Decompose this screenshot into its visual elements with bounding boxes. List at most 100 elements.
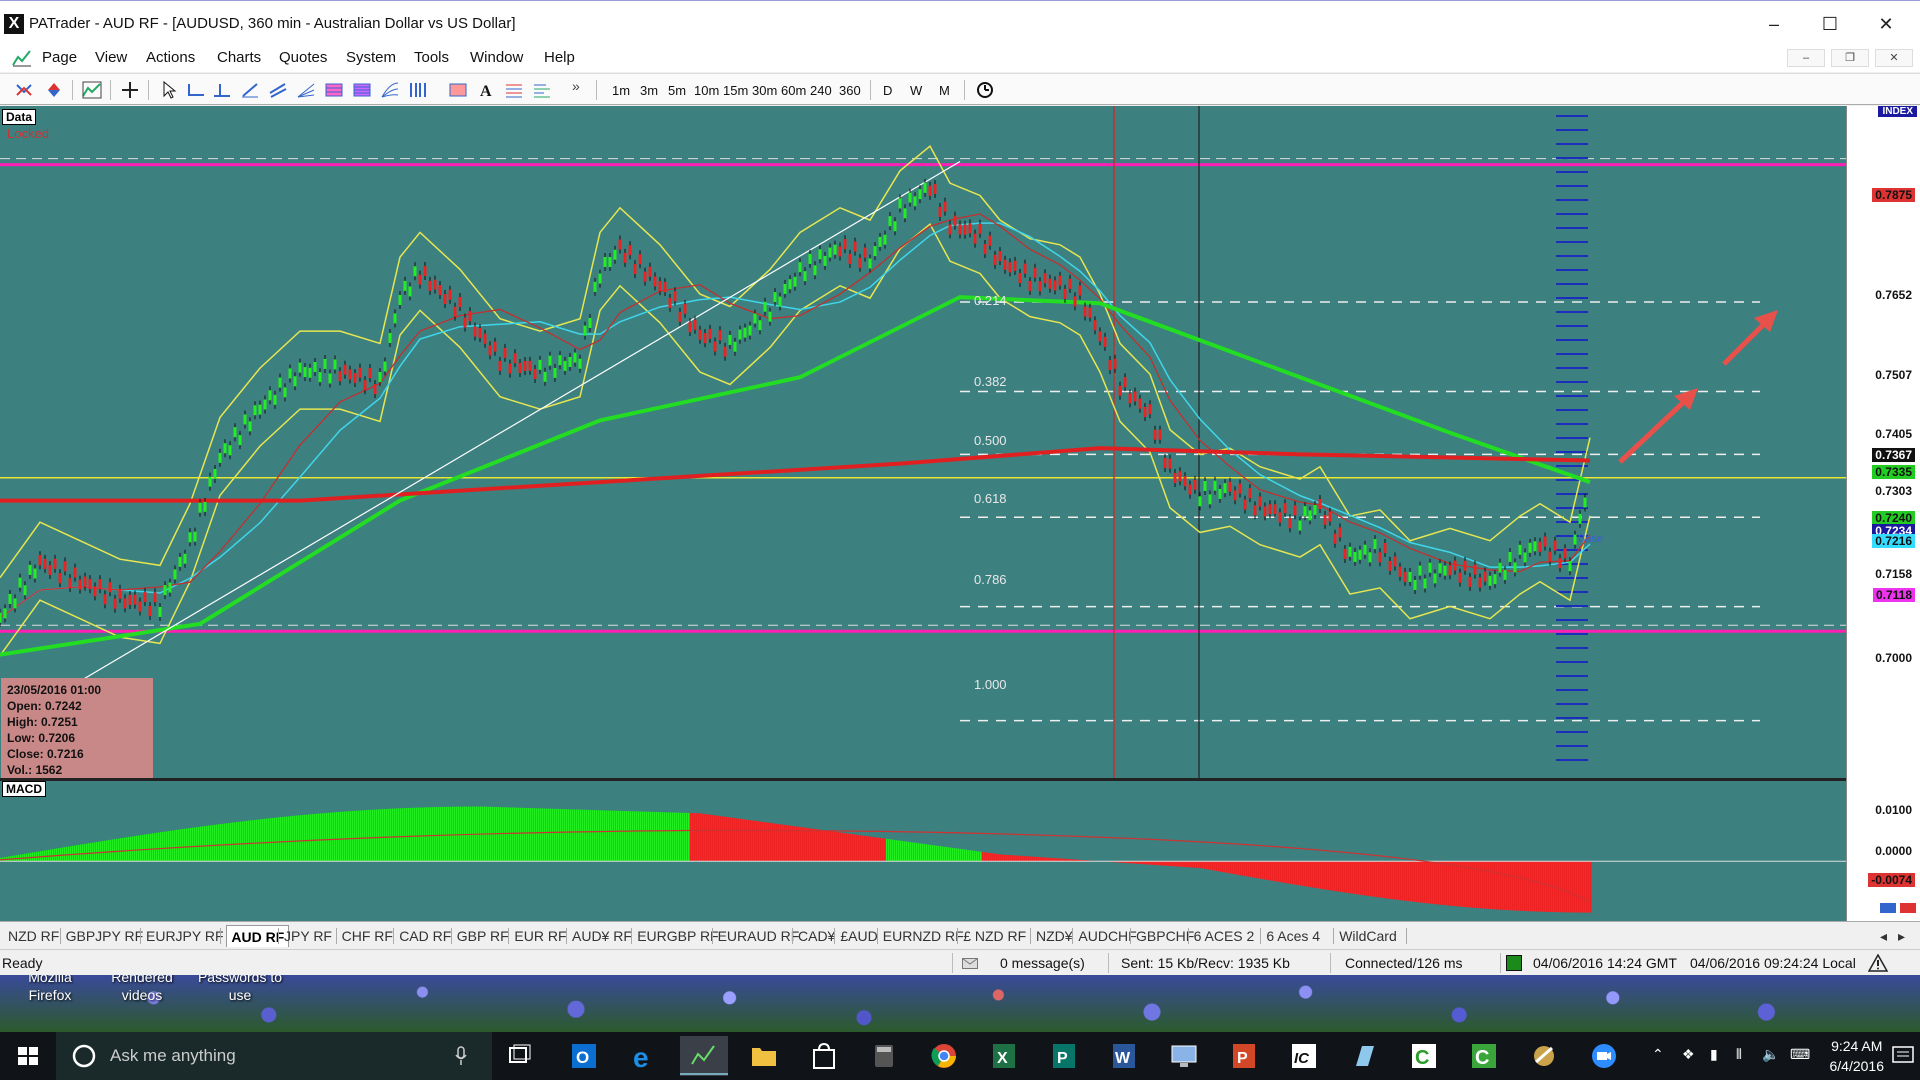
- store-icon[interactable]: [800, 1036, 848, 1076]
- symbol-tab[interactable]: 6 ACES 2: [1194, 928, 1255, 944]
- warning-icon[interactable]: [1868, 954, 1888, 972]
- tf-monthly[interactable]: M: [939, 83, 950, 98]
- fib-fan-icon[interactable]: [380, 81, 400, 99]
- text-tool-icon[interactable]: A: [476, 81, 496, 99]
- fib-extension-icon[interactable]: [352, 81, 372, 99]
- menu-page[interactable]: Page: [42, 49, 77, 66]
- macd-close-icon[interactable]: [1899, 902, 1917, 914]
- tf-5m[interactable]: 5m: [668, 83, 686, 98]
- rectangle-tool-icon[interactable]: [448, 81, 468, 99]
- symbol-tab[interactable]: £AUD: [840, 928, 877, 944]
- macd-settings-icon[interactable]: [1879, 902, 1897, 914]
- symbol-tab[interactable]: GBPCHF: [1136, 928, 1194, 944]
- camtasia-recorder-icon[interactable]: C: [1460, 1036, 1508, 1076]
- tf-360[interactable]: 360: [839, 83, 861, 98]
- keyboard-icon[interactable]: ⌨: [1790, 1046, 1810, 1063]
- symbol-tab[interactable]: CAD¥: [798, 928, 835, 944]
- channel-tool-icon[interactable]: [268, 81, 288, 99]
- symbol-tab[interactable]: WildCard: [1339, 928, 1397, 944]
- mail-icon[interactable]: [962, 958, 978, 969]
- word-icon[interactable]: W: [1100, 1036, 1148, 1076]
- zoom-icon[interactable]: [1580, 1036, 1628, 1076]
- calculator-icon[interactable]: [860, 1036, 908, 1076]
- tf-10m[interactable]: 10m: [694, 83, 719, 98]
- symbol-tab[interactable]: JPY RF: [284, 928, 332, 944]
- fan-tool-icon[interactable]: [296, 81, 316, 99]
- status-messages[interactable]: 0 message(s): [1000, 955, 1085, 971]
- wifi-icon[interactable]: ⫴: [1736, 1046, 1742, 1063]
- tf-30m[interactable]: 30m: [752, 83, 777, 98]
- symbol-tab[interactable]: EURNZD RF: [883, 928, 964, 944]
- symbol-tab[interactable]: EURJPY RF: [146, 928, 224, 944]
- publisher-icon[interactable]: P: [1040, 1036, 1088, 1076]
- taskbar-clock[interactable]: 9:24 AM 6/4/2016: [1830, 1036, 1885, 1076]
- vline-tool-icon[interactable]: [212, 81, 232, 99]
- symbol-tab[interactable]: 6 Aces 4: [1266, 928, 1320, 944]
- crosshair-icon[interactable]: [120, 81, 140, 99]
- battery-icon[interactable]: ▮: [1710, 1046, 1718, 1063]
- tf-60m[interactable]: 60m: [781, 83, 806, 98]
- symbol-tab[interactable]: EURGBP RF: [637, 928, 718, 944]
- microphone-icon[interactable]: [454, 1046, 468, 1066]
- excel-icon[interactable]: X: [980, 1036, 1028, 1076]
- tf-240[interactable]: 240: [810, 83, 832, 98]
- maximize-button[interactable]: ☐: [1807, 11, 1853, 37]
- toolbar-overflow-icon[interactable]: »: [572, 78, 580, 94]
- symbol-tab[interactable]: AUD RF: [226, 925, 290, 947]
- minimize-button[interactable]: –: [1751, 11, 1797, 37]
- clock-icon[interactable]: [975, 81, 995, 99]
- symbol-tab[interactable]: CAD RF: [399, 928, 451, 944]
- ic-app-icon[interactable]: IC: [1280, 1036, 1328, 1076]
- symbol-tab[interactable]: EUR RF: [514, 928, 566, 944]
- fib-time-icon[interactable]: [408, 81, 428, 99]
- task-view-icon[interactable]: [496, 1036, 544, 1076]
- menu-window[interactable]: Window: [470, 49, 523, 66]
- menu-system[interactable]: System: [346, 49, 396, 66]
- symbol-tab[interactable]: AUD¥ RF: [572, 928, 632, 944]
- price-axis[interactable]: INDEX 0.7875 0.7652 0.7507 0.7405 0.7367…: [1846, 106, 1920, 921]
- tf-3m[interactable]: 3m: [640, 83, 658, 98]
- tabs-scroll-right-icon[interactable]: ▸: [1898, 928, 1905, 945]
- camtasia-icon[interactable]: C: [1400, 1036, 1448, 1076]
- trendline-tool-icon[interactable]: [240, 81, 260, 99]
- patrader-taskbar-icon[interactable]: [680, 1036, 728, 1076]
- file-explorer-icon[interactable]: [740, 1036, 788, 1076]
- symbol-tab[interactable]: CHF RF: [342, 928, 393, 944]
- symbol-tab[interactable]: GBP RF: [457, 928, 509, 944]
- price-chart[interactable]: [0, 106, 1846, 921]
- tabs-scroll-left-icon[interactable]: ◂: [1880, 928, 1887, 945]
- symbol-tab[interactable]: EURAUD RF: [718, 928, 800, 944]
- symbol-tab[interactable]: GBPJPY RF: [66, 928, 144, 944]
- symbol-tab[interactable]: £ NZD RF: [963, 928, 1026, 944]
- cortana-search-box[interactable]: Ask me anything: [56, 1032, 492, 1080]
- volume-icon[interactable]: 🔈: [1762, 1046, 1779, 1063]
- menu-help[interactable]: Help: [544, 49, 575, 66]
- mdi-minimize-button[interactable]: –: [1787, 49, 1825, 67]
- hline-tool-icon[interactable]: [186, 81, 206, 99]
- symbol-tab[interactable]: NZD¥: [1036, 928, 1073, 944]
- remote-desktop-icon[interactable]: [1160, 1036, 1208, 1076]
- powerpoint-icon[interactable]: P: [1220, 1036, 1268, 1076]
- symbol-tab[interactable]: AUDCHF: [1078, 928, 1136, 944]
- chart-area[interactable]: Data Locked MACD 0.214 0.382 0.500 0.618…: [0, 106, 1920, 921]
- fibonacci-tool-icon[interactable]: [324, 81, 344, 99]
- tf-1m[interactable]: 1m: [612, 83, 630, 98]
- outlook-icon[interactable]: O: [560, 1036, 608, 1076]
- dropbox-icon[interactable]: ❖: [1682, 1046, 1695, 1063]
- menu-view[interactable]: View: [95, 49, 127, 66]
- windows-start-icon[interactable]: [0, 1032, 56, 1080]
- tray-chevron-icon[interactable]: ⌃: [1652, 1046, 1664, 1063]
- tf-15m[interactable]: 15m: [723, 83, 748, 98]
- tf-weekly[interactable]: W: [910, 83, 922, 98]
- utility-app-icon[interactable]: [1520, 1036, 1568, 1076]
- mdi-close-button[interactable]: ✕: [1875, 49, 1913, 67]
- chrome-icon[interactable]: [920, 1036, 968, 1076]
- action-center-icon[interactable]: [1892, 1046, 1914, 1066]
- notes-icon[interactable]: [1340, 1036, 1388, 1076]
- indicator-icon[interactable]: [82, 81, 102, 99]
- buy-sell-icon[interactable]: [14, 81, 34, 99]
- menu-tools[interactable]: Tools: [414, 49, 449, 66]
- mdi-restore-button[interactable]: ❐: [1831, 49, 1869, 67]
- symbol-tab[interactable]: NZD RF: [8, 928, 59, 944]
- pattern-tool-icon[interactable]: [532, 81, 552, 99]
